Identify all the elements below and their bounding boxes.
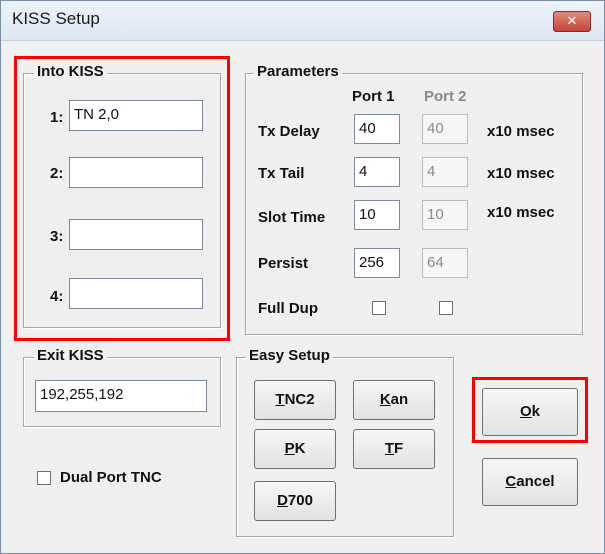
cancel-button[interactable]: Cancel [482,458,578,506]
close-icon: ✕ [566,14,578,29]
close-button[interactable]: ✕ [553,11,591,32]
exit-kiss-field[interactable]: 192,255,192 [35,380,207,412]
kan-button[interactable]: Kan [353,380,435,420]
tx-delay-unit: x10 msec [487,123,555,140]
dual-port-label: Dual Port TNC [60,469,162,486]
slot-time-port2-field: 10 [422,200,468,230]
tx-tail-port1-field[interactable]: 4 [354,157,400,187]
tf-button-key: T [384,440,394,457]
tx-delay-label: Tx Delay [258,123,320,140]
full-dup-label: Full Dup [258,300,318,317]
dual-port-checkbox[interactable] [37,471,51,485]
slot-time-unit: x10 msec [487,204,555,221]
window-title: KISS Setup [12,9,100,28]
kan-button-label: an [390,391,409,408]
parameters-legend: Parameters [254,63,342,80]
tf-button[interactable]: TF [353,429,435,469]
tnc2-button-label: NC2 [284,391,315,408]
slot-time-label: Slot Time [258,209,326,226]
cancel-button-key: C [505,473,517,490]
pk-button-label: K [294,440,306,457]
exit-kiss-legend: Exit KISS [34,347,107,364]
d700-button-key: D [277,492,288,509]
tx-tail-label: Tx Tail [258,165,305,182]
kan-button-key: K [379,391,391,408]
tx-tail-unit: x10 msec [487,165,555,182]
port1-header: Port 1 [352,88,395,105]
tx-tail-port2-field: 4 [422,157,468,187]
tf-button-label: F [394,440,404,457]
persist-label: Persist [258,255,309,272]
ok-highlight [472,377,588,443]
d700-button-label: 700 [287,492,313,509]
port2-header: Port 2 [424,88,467,105]
tx-delay-port2-field: 40 [422,114,468,144]
full-dup-port1-checkbox[interactable] [372,301,386,315]
pk-button[interactable]: PK [254,429,336,469]
tnc2-button-key: T [275,391,285,408]
into-kiss-highlight [14,56,230,341]
pk-button-key: P [284,440,295,457]
persist-port1-field[interactable]: 256 [354,248,400,278]
d700-button[interactable]: D700 [254,481,336,521]
persist-port2-field: 64 [422,248,468,278]
tnc2-button[interactable]: TNC2 [254,380,336,420]
cancel-button-label: ancel [516,473,555,490]
slot-time-port1-field[interactable]: 10 [354,200,400,230]
easy-setup-legend: Easy Setup [246,347,333,364]
full-dup-port2-checkbox[interactable] [439,301,453,315]
tx-delay-port1-field[interactable]: 40 [354,114,400,144]
